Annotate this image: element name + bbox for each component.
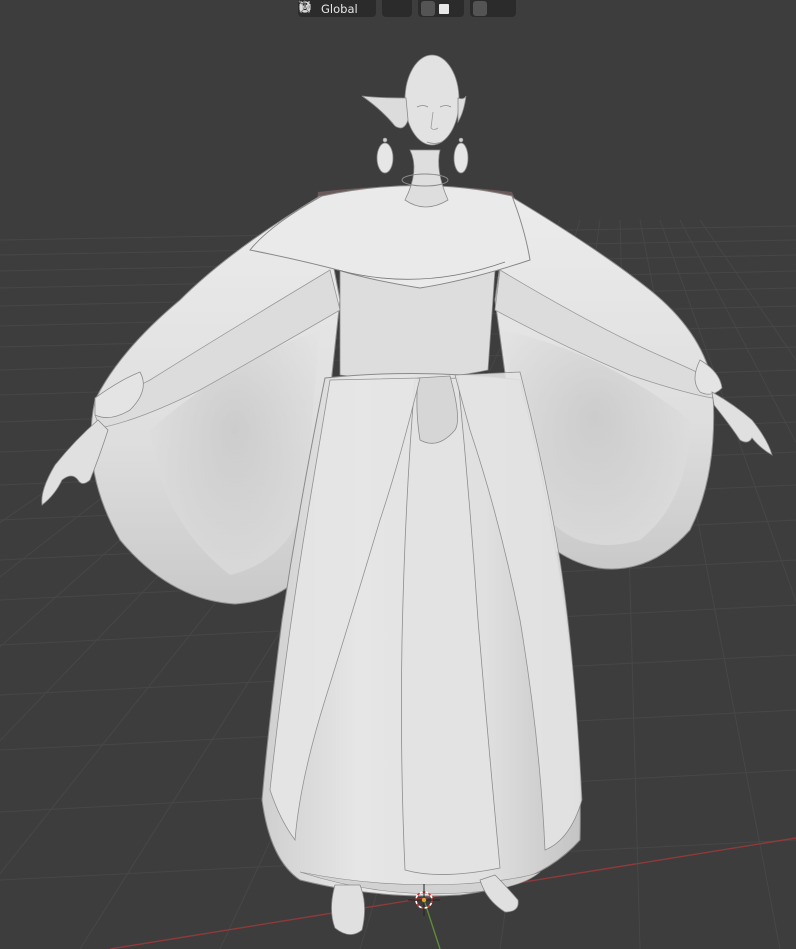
chevron-down-icon (298, 0, 409, 16)
viewport-canvas[interactable] (0, 0, 796, 949)
snap-increment-icon[interactable] (437, 1, 451, 16)
earring-left (376, 142, 394, 174)
snap-magnet-icon[interactable] (300, 1, 435, 16)
proportional-editing-icon[interactable] (299, 1, 487, 16)
chevron-down-icon (298, 0, 370, 16)
viewport-header-toolbar: Global (298, 0, 516, 17)
orientation-label: Global (321, 1, 358, 16)
left-foot (331, 884, 365, 935)
falloff-curve-icon[interactable] (299, 1, 503, 16)
chevron-down-icon[interactable] (298, 0, 461, 16)
proportional-editing-controls (298, 0, 516, 17)
earring-right (453, 142, 469, 174)
head (361, 54, 467, 146)
chevron-down-icon[interactable] (298, 0, 513, 16)
snapping-controls (298, 0, 464, 17)
pivot-point-dropdown[interactable] (298, 0, 412, 17)
pivot-point-icon (299, 1, 399, 16)
3d-viewport[interactable]: Global (0, 0, 796, 949)
